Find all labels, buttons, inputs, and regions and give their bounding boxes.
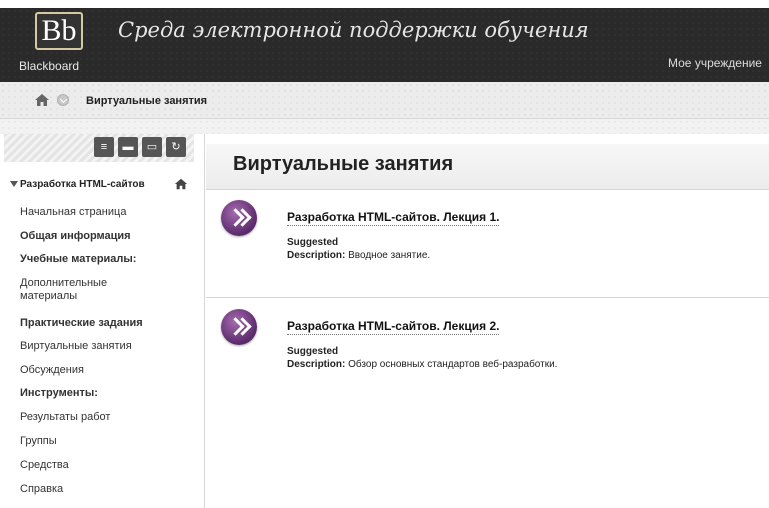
item-status: Suggested: [287, 237, 339, 248]
sidebar-item-home[interactable]: Начальная страница: [20, 206, 190, 219]
chevron-down-icon[interactable]: [57, 94, 69, 106]
play-forward-icon: [221, 309, 257, 345]
sidebar-item-general-info[interactable]: Общая информация: [20, 230, 190, 243]
blackboard-logo[interactable]: Bb Blackboard: [19, 12, 119, 76]
breadcrumb-current: Виртуальные занятия: [86, 95, 208, 107]
course-header[interactable]: Разработка HTML-сайтов: [0, 174, 194, 196]
breadcrumb: Виртуальные занятия: [0, 82, 769, 119]
collapse-arrow-icon[interactable]: [10, 181, 18, 187]
list-icon[interactable]: ≡: [94, 137, 114, 157]
page-title: Виртуальные занятия: [233, 153, 454, 175]
sidebar-item-tools[interactable]: Инструменты:: [20, 387, 190, 400]
logo-text: Blackboard: [19, 59, 80, 73]
item-title-link[interactable]: Разработка HTML-сайтов. Лекция 1.: [287, 210, 500, 226]
separator: [0, 119, 769, 134]
menu-toolbar: ≡ ▬ ▭ ↻: [4, 134, 194, 162]
sidebar-item-assignments[interactable]: Практические задания: [20, 317, 190, 330]
main-content: Виртуальные занятия Разработка HTML-сайт…: [206, 134, 769, 508]
divider: [206, 297, 769, 298]
home-icon[interactable]: [34, 92, 50, 108]
sidebar-item-groups[interactable]: Группы: [20, 435, 190, 448]
logo-mark: Bb: [35, 12, 83, 50]
refresh-icon[interactable]: ↻: [166, 137, 186, 157]
folder-icon[interactable]: ▬: [118, 137, 138, 157]
content-header: Виртуальные занятия: [206, 144, 769, 190]
home-icon[interactable]: [174, 177, 188, 191]
item-description: Description: Обзор основных стандартов в…: [287, 359, 558, 370]
site-title: Среда электронной поддержки обучения: [118, 18, 589, 42]
sidebar-item-discussions[interactable]: Обсуждения: [20, 364, 190, 377]
sidebar-item-results[interactable]: Результаты работ: [20, 411, 190, 424]
item-title-link[interactable]: Разработка HTML-сайтов. Лекция 2.: [287, 319, 500, 335]
site-header: Bb Blackboard Среда электронной поддержк…: [0, 0, 769, 82]
play-forward-icon: [221, 200, 257, 236]
sidebar-item-tools-list[interactable]: Средства: [20, 459, 190, 472]
course-title: Разработка HTML-сайтов: [20, 179, 145, 190]
item-description: Description: Вводное занятие.: [287, 250, 431, 261]
item-status: Suggested: [287, 346, 339, 357]
sidebar-item-virtual-classes[interactable]: Виртуальные занятия: [20, 340, 190, 353]
course-menu: ≡ ▬ ▭ ↻ Разработка HTML-сайтов Начальная…: [0, 134, 205, 508]
sidebar-item-extra-materials[interactable]: Дополнительные материалы: [20, 277, 140, 303]
sidebar-item-help[interactable]: Справка: [20, 483, 190, 496]
window-icon[interactable]: ▭: [142, 137, 162, 157]
institution-tab[interactable]: Мое учреждение: [668, 56, 762, 70]
sidebar-item-materials[interactable]: Учебные материалы:: [20, 253, 190, 266]
